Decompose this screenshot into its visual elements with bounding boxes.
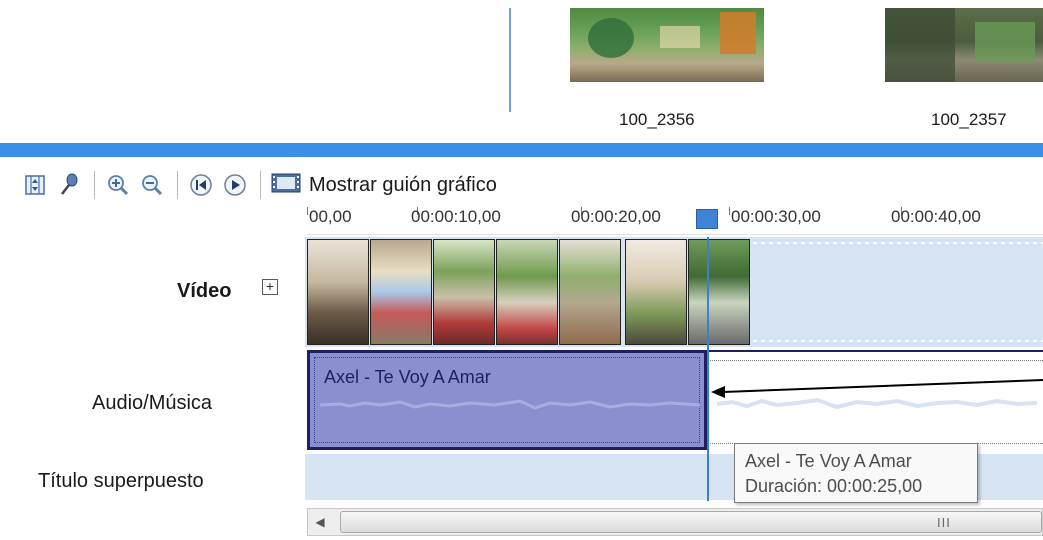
rewind-icon[interactable]	[188, 172, 214, 198]
video-clip-filmstrip[interactable]	[307, 239, 751, 345]
video-frame-thumbnail[interactable]	[496, 239, 558, 345]
expand-plus-icon[interactable]: +	[262, 279, 278, 295]
ruler-tick-label: 00,00	[309, 207, 352, 226]
video-frame-thumbnail[interactable]	[625, 239, 687, 345]
video-frame-thumbnail[interactable]	[307, 239, 369, 345]
video-frame-thumbnail[interactable]	[433, 239, 495, 345]
video-track[interactable]	[305, 237, 1043, 347]
toolbar-separator	[177, 171, 178, 199]
pane-divider	[509, 8, 511, 112]
zoom-out-icon[interactable]	[139, 172, 165, 198]
track-dotted-border	[705, 340, 1043, 342]
filmstrip-icon	[271, 172, 301, 199]
scroll-left-arrow-icon[interactable]: ◀	[312, 514, 328, 530]
track-dotted-border	[705, 242, 1043, 244]
audio-clip-selected[interactable]: Axel - Te Voy A Amar	[307, 350, 707, 450]
narrate-microphone-icon[interactable]	[56, 172, 82, 198]
timeline-settings-icon[interactable]	[22, 172, 48, 198]
play-icon[interactable]	[222, 172, 248, 198]
toolbar-separator	[94, 171, 95, 199]
ruler-tick-label: 00:00:20,00	[571, 207, 661, 226]
ruler-tick	[729, 207, 730, 215]
pane-splitter-bar[interactable]	[0, 143, 1043, 157]
show-storyboard-button[interactable]: Mostrar guión gráfico	[271, 170, 497, 200]
audio-clip-name: Axel - Te Voy A Amar	[324, 367, 491, 387]
clip-tooltip: Axel - Te Voy A Amar Duración: 00:00:25,…	[734, 443, 978, 503]
clip-thumbnail-100-2357[interactable]	[885, 8, 1043, 82]
tooltip-duration: Duración: 00:00:25,00	[745, 476, 923, 496]
audio-track-label: Audio/Música	[92, 392, 213, 414]
annotation-arrow	[711, 379, 1043, 398]
collection-pane: 100_2356 100_2357	[0, 0, 1043, 143]
zoom-in-icon[interactable]	[105, 172, 131, 198]
tooltip-clip-name: Axel - Te Voy A Amar	[745, 451, 912, 471]
video-frame-thumbnail[interactable]	[370, 239, 432, 345]
video-track-label: Vídeo	[177, 280, 232, 302]
ruler-tick	[307, 207, 308, 215]
ruler-tick-label: 00:00:40,00	[891, 207, 981, 226]
show-storyboard-label: Mostrar guión gráfico	[309, 173, 497, 196]
audio-waveform	[320, 399, 700, 410]
timeline-toolbar: Mostrar guión gráfico	[0, 165, 1043, 205]
scrollbar-grip: III	[937, 515, 951, 530]
toolbar-separator	[260, 171, 261, 199]
ruler-tick-label: 00:00:10,00	[411, 207, 501, 226]
clip-label: 100_2356	[619, 110, 695, 129]
title-overlay-track-label: Título superpuesto	[38, 470, 204, 492]
clip-thumbnail-100-2356[interactable]	[570, 8, 764, 82]
clip-label: 100_2357	[931, 110, 1007, 129]
video-frame-thumbnail[interactable]	[559, 239, 621, 345]
scrollbar-thumb[interactable]: III	[340, 511, 1042, 533]
playhead-marker[interactable]	[696, 209, 718, 229]
timeline-ruler[interactable]: 00,00 00:00:10,00 00:00:20,00 00:00:30,0…	[307, 207, 1043, 235]
timeline-horizontal-scrollbar[interactable]: ◀ III	[307, 508, 1043, 536]
video-frame-thumbnail[interactable]	[688, 239, 750, 345]
ruler-tick-label: 00:00:30,00	[731, 207, 821, 226]
playhead-line	[707, 237, 709, 501]
